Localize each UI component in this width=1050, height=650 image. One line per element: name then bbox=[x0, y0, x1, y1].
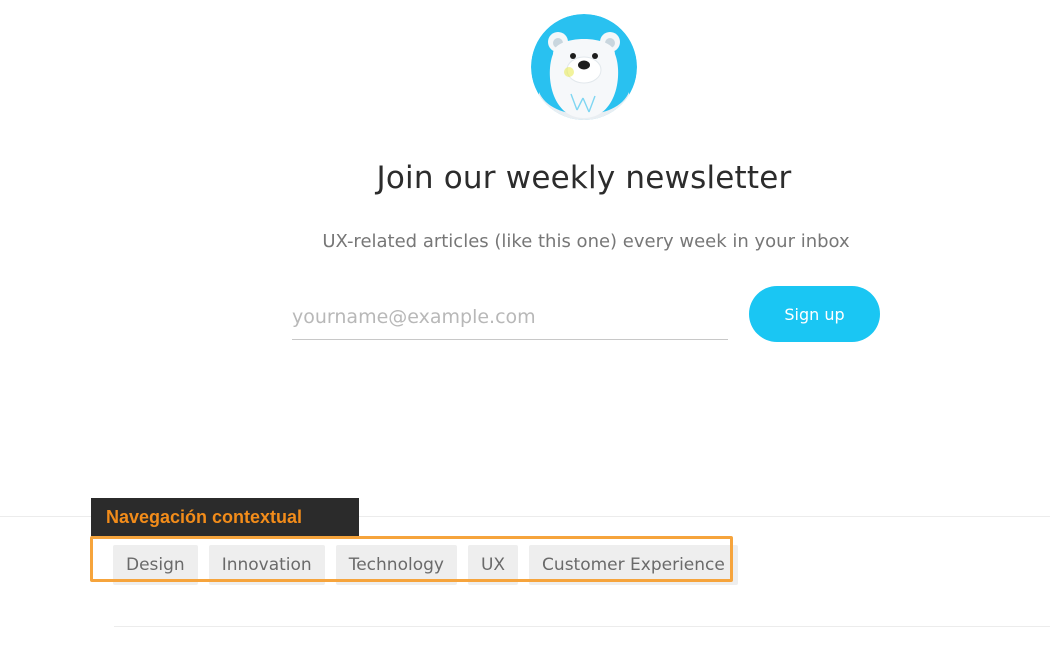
annotation-highlight-box bbox=[90, 536, 733, 582]
email-field[interactable] bbox=[292, 294, 728, 340]
annotation-label: Navegación contextual bbox=[91, 498, 359, 536]
signup-button[interactable]: Sign up bbox=[749, 286, 880, 342]
newsletter-page: Join our weekly newsletter UX-related ar… bbox=[0, 0, 1050, 650]
newsletter-subtitle: UX-related articles (like this one) ever… bbox=[322, 231, 850, 252]
avatar bbox=[531, 14, 637, 120]
newsletter-title: Join our weekly newsletter bbox=[376, 160, 792, 196]
polar-bear-icon bbox=[531, 14, 637, 120]
bottom-divider bbox=[114, 626, 1050, 627]
